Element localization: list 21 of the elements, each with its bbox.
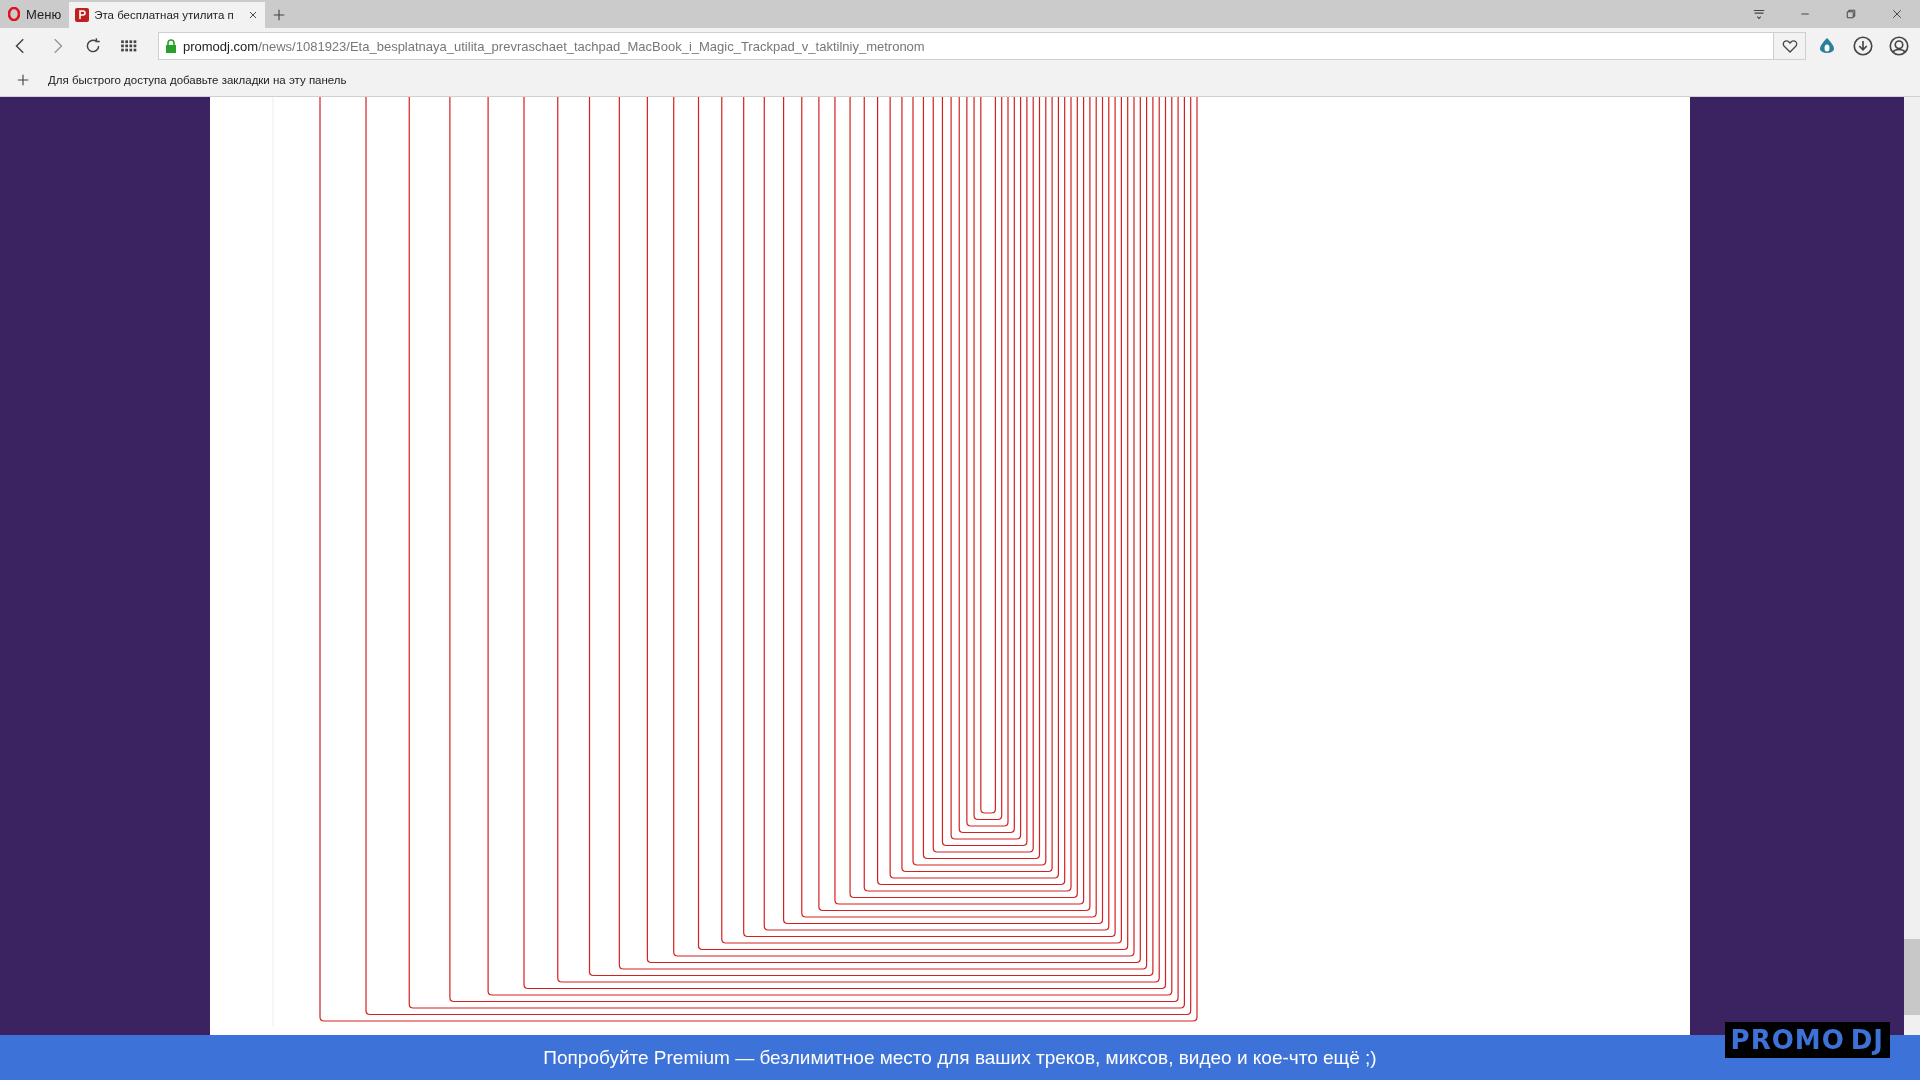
menu-button[interactable]: Меню	[0, 0, 70, 28]
lock-icon	[165, 39, 177, 53]
address-field[interactable]: promodj.com/news/1081923/Eta_besplatnaya_utilita_prevraschaet_tachpad_MacBook_i_Magic_Trackpad_v_taktilniy_metronom	[158, 32, 1806, 60]
drop-icon	[1817, 36, 1837, 56]
restore-icon	[1845, 8, 1857, 20]
banner-text: Попробуйте Premium — безлимитное место для ваших треков, миксов, видео и кое-что ещё ;)	[543, 1046, 1377, 1069]
browser-tab[interactable]: Эта бесплатная утилита п	[69, 2, 266, 28]
list-icon	[1752, 7, 1766, 21]
plus-icon	[16, 73, 30, 87]
logo-icon	[8, 7, 20, 21]
scrollbar[interactable]	[1904, 97, 1920, 1035]
close-icon	[1891, 8, 1903, 20]
download-icon	[1853, 36, 1873, 56]
bookmark-button[interactable]	[1773, 33, 1805, 59]
user-icon	[1889, 36, 1909, 56]
site-icon	[75, 8, 90, 22]
plus-icon	[272, 8, 287, 22]
bookmarks-hint: Для быстрого доступа добавьте закладки на эту панель	[48, 74, 347, 86]
heart-icon	[1781, 38, 1798, 54]
reload-icon	[84, 37, 102, 55]
site-logo: PROMO DJ	[1724, 1022, 1890, 1058]
